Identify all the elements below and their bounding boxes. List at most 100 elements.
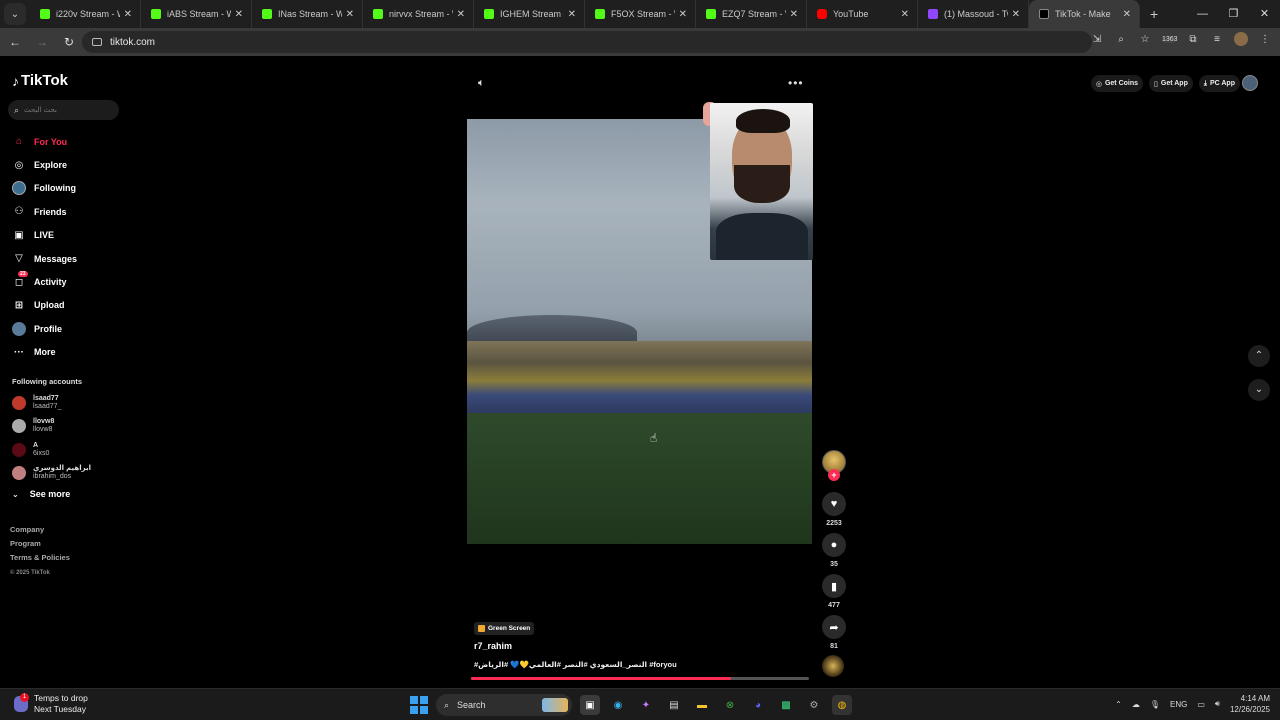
install-app-icon[interactable]: ⇲ (1090, 34, 1104, 45)
browser-tab[interactable]: TikTok - Make ✕ (1029, 0, 1140, 28)
comment-button[interactable]: ● 35 (820, 533, 848, 568)
browser-tab[interactable]: F5OX Stream - Wa ✕ (585, 0, 696, 28)
volume-icon[interactable]: 🔈︎ (478, 77, 485, 90)
close-tab-icon[interactable]: ✕ (346, 9, 354, 20)
footer-link-program[interactable]: Program (10, 537, 70, 551)
get-coins-button[interactable]: ◎ Get Coins (1090, 75, 1144, 92)
nav-item-for-you[interactable]: ⌂ For You (12, 130, 77, 153)
close-tab-icon[interactable]: ✕ (124, 9, 132, 20)
video-progress-bar[interactable] (471, 677, 809, 680)
nav-item-profile[interactable]: Profile (12, 317, 77, 340)
chrome-icon[interactable]: ◍ (832, 695, 852, 715)
search-input[interactable]: ⌕ بحث البحث (8, 100, 119, 120)
nav-item-upload[interactable]: ⊞ Upload (12, 294, 77, 317)
extension-badge[interactable]: 1363 (1162, 35, 1178, 43)
tab-title: iABS Stream - Wa (167, 9, 231, 19)
edge-icon[interactable]: ◉ (608, 695, 628, 715)
discord-icon[interactable]: ◕ (748, 695, 768, 715)
settings-icon[interactable]: ⚙ (804, 695, 824, 715)
clock[interactable]: 4:14 AM 12/26/2025 (1230, 693, 1270, 715)
forward-icon[interactable]: → (30, 35, 54, 49)
following-account[interactable]: ابراهيم الدوسري ibrahim_dos (12, 462, 91, 486)
back-icon[interactable]: ← (3, 35, 27, 49)
close-tab-icon[interactable]: ✕ (1123, 9, 1131, 20)
zoom-icon[interactable]: ⌕ (1114, 34, 1128, 45)
tray-overflow-icon[interactable]: ⌃ (1115, 700, 1122, 709)
start-menu-icon[interactable] (410, 696, 428, 714)
following-account[interactable]: lsaad77 lsaad77_ (12, 391, 91, 415)
weather-widget[interactable]: 1 Temps to drop Next Tuesday (14, 692, 88, 714)
user-avatar[interactable] (1242, 75, 1258, 91)
tab-search-button[interactable]: ⌄ (4, 3, 26, 25)
language-indicator[interactable]: ENG (1170, 700, 1187, 709)
extensions-icon[interactable]: ⧉ (1186, 34, 1200, 45)
music-disc-icon[interactable] (822, 655, 844, 677)
file-explorer-icon[interactable]: ▬ (692, 695, 712, 715)
previous-video-button[interactable]: ⌃ (1248, 345, 1270, 367)
microphone-icon[interactable]: 🎙︎ (1150, 700, 1160, 709)
footer-link-terms[interactable]: Terms & Policies (10, 551, 70, 565)
browser-tab[interactable]: i220v Stream - Wa ✕ (30, 0, 141, 28)
new-tab-button[interactable]: + (1150, 6, 1158, 22)
browser-tab[interactable]: YouTube ✕ (807, 0, 918, 28)
close-window-icon[interactable]: ✕ (1249, 0, 1280, 28)
close-tab-icon[interactable]: ✕ (679, 9, 687, 20)
browser-profile-avatar[interactable] (1234, 32, 1248, 46)
live-icon: ▣ (14, 229, 24, 241)
close-tab-icon[interactable]: ✕ (568, 9, 576, 20)
like-button[interactable]: ♥ 2253 (820, 492, 848, 527)
store-icon[interactable]: ▤ (664, 695, 684, 715)
footer-link-company[interactable]: Company (10, 523, 70, 537)
next-video-button[interactable]: ⌄ (1248, 379, 1270, 401)
browser-tab[interactable]: EZQ7 Stream - Wa ✕ (696, 0, 807, 28)
xbox-icon[interactable]: ⊗ (720, 695, 740, 715)
get-app-button[interactable]: ▯ Get App (1149, 75, 1193, 92)
close-tab-icon[interactable]: ✕ (457, 9, 465, 20)
following-account[interactable]: A 6ixs0 (12, 438, 91, 462)
browser-tab[interactable]: IGHEM Stream - W ✕ (474, 0, 585, 28)
video-hashtags[interactable]: #النصر_السعودي #النصر #العالمي💛💙 #الرياض… (474, 660, 677, 669)
url-bar[interactable]: tiktok.com (82, 31, 1092, 53)
taskbar-search[interactable]: ⌕ Search (436, 694, 572, 716)
close-tab-icon[interactable]: ✕ (901, 9, 909, 20)
site-info-icon[interactable] (92, 38, 102, 46)
pc-app-button[interactable]: ⤓ PC App (1198, 75, 1240, 92)
browser-menu-icon[interactable]: ⋮ (1258, 34, 1272, 45)
android-app-icon[interactable]: ▩ (776, 695, 796, 715)
nav-item-messages[interactable]: ▽ Messages (12, 247, 77, 270)
browser-tab[interactable]: iABS Stream - Wa ✕ (141, 0, 252, 28)
green-screen-tag[interactable]: Green Screen (474, 622, 535, 635)
follow-plus-icon[interactable]: + (828, 469, 840, 481)
account-name: lsaad77 (33, 394, 59, 402)
minimize-icon[interactable]: — (1187, 0, 1218, 28)
see-more-button[interactable]: ⌄ See more (12, 489, 70, 499)
onedrive-icon[interactable]: ☁ (1132, 700, 1140, 709)
nav-item-friends[interactable]: ⚇ Friends (12, 200, 77, 223)
save-button[interactable]: ▮ 477 (820, 574, 848, 609)
nav-item-activity[interactable]: ◻ 23 Activity (12, 270, 77, 293)
close-tab-icon[interactable]: ✕ (1012, 9, 1020, 20)
network-icon[interactable]: ▭ (1197, 700, 1205, 709)
close-tab-icon[interactable]: ✕ (790, 9, 798, 20)
browser-tab[interactable]: INas Stream - Wa ✕ (252, 0, 363, 28)
nav-item-more[interactable]: ··· More (12, 341, 77, 364)
video-author[interactable]: r7_rahim (474, 641, 512, 651)
following-account[interactable]: llovw8 llovw8 (12, 415, 91, 439)
close-tab-icon[interactable]: ✕ (235, 9, 243, 20)
twitch-icon (928, 9, 938, 19)
nav-item-following[interactable]: Following (12, 177, 77, 200)
speaker-icon[interactable]: 🔊︎ (1215, 699, 1220, 709)
more-options-icon[interactable]: ••• (788, 76, 804, 90)
task-view-icon[interactable]: ▣ (580, 695, 600, 715)
tab-list-icon[interactable]: ≡ (1210, 34, 1224, 45)
browser-tab[interactable]: nirvvx Stream - W ✕ (363, 0, 474, 28)
copilot-icon[interactable]: ✦ (636, 695, 656, 715)
browser-tab[interactable]: (1) Massoud - Tw ✕ (918, 0, 1029, 28)
restore-icon[interactable]: ❐ (1218, 0, 1249, 28)
nav-item-live[interactable]: ▣ LIVE (12, 224, 77, 247)
share-button[interactable]: ➦ 81 (820, 615, 848, 650)
reload-icon[interactable]: ↻ (57, 35, 81, 49)
bookmark-star-icon[interactable]: ☆ (1138, 34, 1152, 45)
nav-item-explore[interactable]: ◎ Explore (12, 153, 77, 176)
tiktok-logo[interactable]: ♪ TikTok (12, 72, 68, 89)
